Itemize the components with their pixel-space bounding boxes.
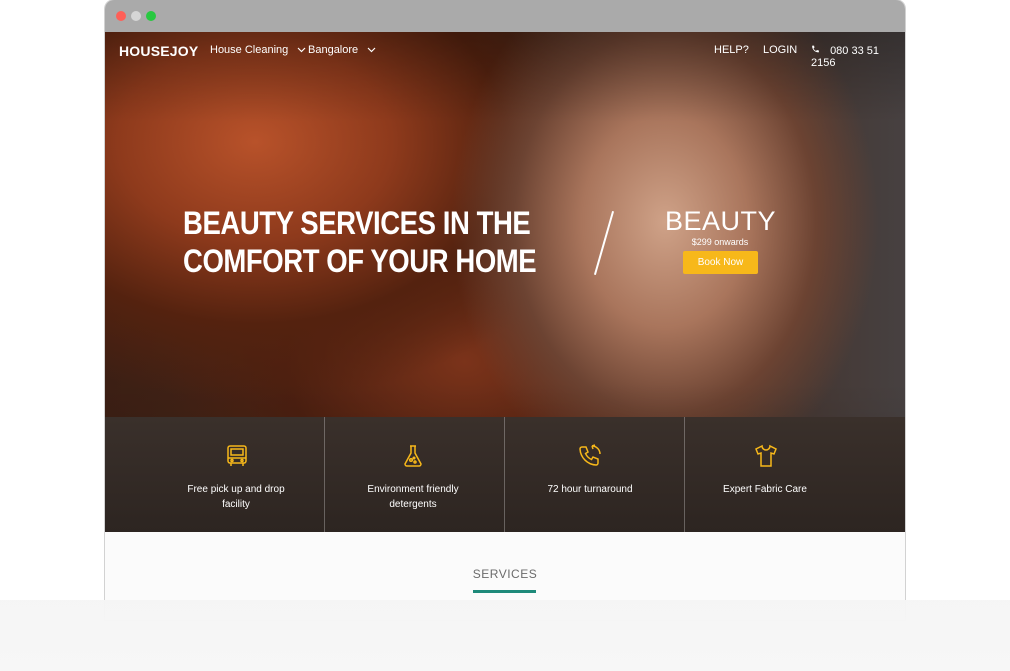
close-window-button[interactable] [116, 11, 126, 21]
feature-detergents: Environment friendly detergents [325, 417, 505, 532]
hero-headline: BEAUTY SERVICES IN THE COMFORT OF YOUR H… [183, 204, 537, 280]
phone-callback-icon [577, 443, 603, 469]
help-link[interactable]: HELP? [714, 44, 749, 56]
minimize-window-button[interactable] [131, 11, 141, 21]
hero-headline-line1: BEAUTY SERVICES IN THE [183, 205, 531, 241]
browser-window: HOUSEJOY House Cleaning Bangalore HELP? … [105, 0, 905, 620]
features-strip: Free pick up and drop facility Environme… [105, 417, 905, 532]
shirt-icon [753, 443, 779, 469]
feature-pickup: Free pick up and drop facility [105, 417, 325, 532]
feature-fabric: Expert Fabric Care [685, 417, 905, 532]
hero-headline-line2: COMFORT OF YOUR HOME [183, 243, 537, 279]
hero-banner: HOUSEJOY House Cleaning Bangalore HELP? … [105, 32, 905, 532]
feature-fabric-line1: Expert Fabric Care [723, 484, 807, 495]
chevron-down-icon [367, 45, 376, 55]
feature-turnaround: 72 hour turnaround [505, 417, 685, 532]
feature-detergents-line1: Environment friendly [367, 484, 459, 495]
services-underline [473, 590, 536, 593]
chevron-down-icon [297, 45, 306, 55]
services-heading: SERVICES [472, 567, 538, 581]
feature-fabric-label: Expert Fabric Care [685, 482, 845, 497]
flask-icon [400, 443, 426, 469]
service-dropdown-label: House Cleaning [210, 44, 289, 56]
service-dropdown[interactable]: House Cleaning [210, 44, 306, 56]
promo-price: $299 onwards [691, 237, 749, 247]
phone-link[interactable]: 080 33 51 2156 [811, 44, 905, 69]
bottom-fade [0, 600, 1010, 671]
browser-titlebar [105, 0, 905, 32]
phone-icon [811, 44, 823, 57]
feature-turnaround-line1: 72 hour turnaround [547, 484, 633, 495]
feature-detergents-line2: detergents [389, 499, 437, 510]
logo[interactable]: HOUSEJOY [119, 43, 198, 59]
promo-title: BEAUTY [665, 206, 777, 236]
feature-detergents-label: Environment friendly detergents [325, 482, 501, 512]
book-now-button[interactable]: Book Now [683, 251, 758, 274]
maximize-window-button[interactable] [146, 11, 156, 21]
city-dropdown-label: Bangalore [308, 44, 359, 56]
top-nav: HOUSEJOY House Cleaning Bangalore HELP? … [105, 32, 905, 70]
feature-turnaround-label: 72 hour turnaround [505, 482, 675, 497]
login-link[interactable]: LOGIN [763, 44, 797, 56]
city-dropdown[interactable]: Bangalore [308, 44, 376, 56]
truck-icon [224, 443, 250, 469]
